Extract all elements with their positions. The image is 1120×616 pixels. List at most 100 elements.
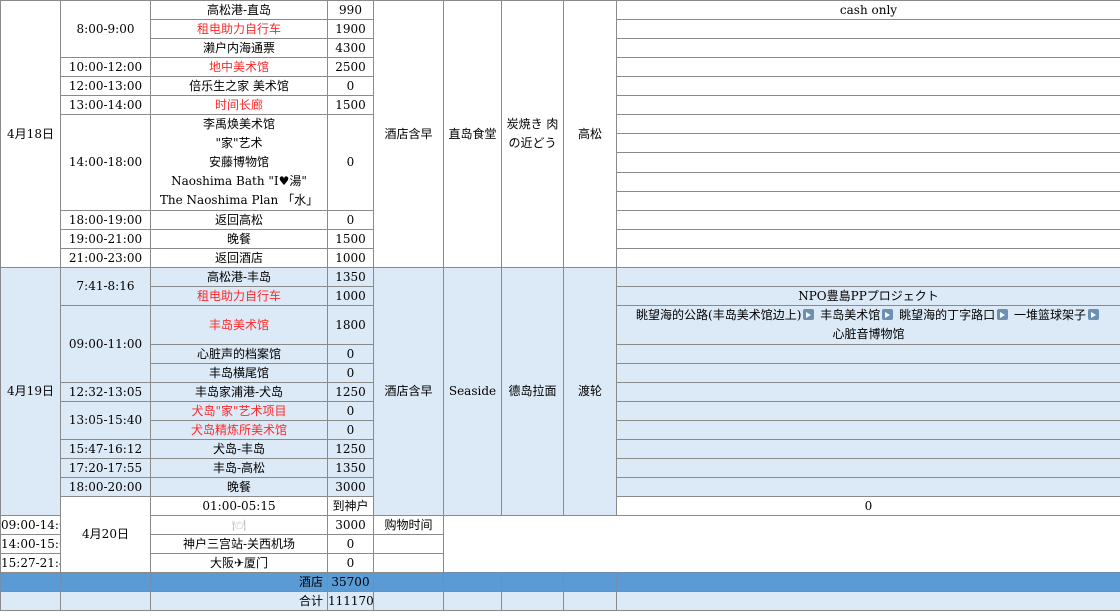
activity-cell[interactable]: 到神户	[327, 496, 374, 516]
lunch-cell[interactable]: Seaside	[443, 267, 502, 516]
time-cell[interactable]: 13:05-15:40	[60, 401, 151, 440]
note-cell[interactable]	[616, 38, 1120, 58]
note-cell[interactable]	[616, 439, 1120, 459]
time-cell[interactable]: 10:00-12:00	[60, 57, 151, 77]
activity-cell[interactable]: 晚餐	[150, 477, 328, 497]
note-cell[interactable]	[373, 553, 444, 573]
cost-cell[interactable]: 990	[327, 0, 374, 20]
activity-cell[interactable]: 李禹焕美术馆 "家"艺术 安藤博物馆 Naoshima Bath "I♥湯" T…	[150, 114, 328, 211]
activity-cell[interactable]: 晚餐	[150, 229, 328, 249]
grand-total-value[interactable]: 111170	[327, 591, 374, 611]
cost-cell[interactable]: 1250	[327, 382, 374, 402]
time-cell[interactable]: 14:00-18:00	[60, 114, 151, 211]
activity-cell[interactable]: 丰岛横尾馆	[150, 363, 328, 383]
cost-cell[interactable]: 1250	[327, 439, 374, 459]
activity-cell[interactable]: 倍乐生之家 美术馆	[150, 76, 328, 96]
time-cell[interactable]: 21:00-23:00	[60, 248, 151, 268]
note-cell[interactable]	[616, 133, 1120, 154]
activity-cell[interactable]: 时间长廊	[150, 95, 328, 115]
cost-cell[interactable]: 0	[327, 534, 374, 554]
note-cell[interactable]: 眺望海的公路(丰岛美术馆边上) 丰岛美术馆 眺望海的丁字路口 一堆篮球架子 心脏…	[616, 305, 1120, 345]
note-cell[interactable]	[616, 57, 1120, 77]
note-cell[interactable]	[616, 19, 1120, 39]
cost-cell[interactable]: 1500	[327, 229, 374, 249]
note-cell[interactable]	[616, 95, 1120, 115]
note-cell[interactable]	[616, 267, 1120, 287]
note-cell[interactable]	[616, 248, 1120, 268]
note-cell[interactable]	[616, 210, 1120, 230]
time-cell[interactable]: 01:00-05:15	[150, 496, 328, 516]
cost-cell[interactable]: 3000	[327, 477, 374, 497]
time-cell[interactable]: 8:00-9:00	[60, 0, 151, 58]
note-cell[interactable]	[616, 76, 1120, 96]
note-cell[interactable]	[616, 401, 1120, 421]
note-cell[interactable]	[616, 152, 1120, 173]
dinner-cell[interactable]: 德岛拉面	[501, 267, 564, 516]
cost-cell[interactable]: 0	[327, 114, 374, 211]
note-cell[interactable]	[616, 229, 1120, 249]
time-cell[interactable]: 15:27-21:47	[0, 553, 61, 573]
time-cell[interactable]: 18:00-19:00	[60, 210, 151, 230]
note-cell[interactable]	[616, 420, 1120, 440]
breakfast-cell[interactable]: 酒店含早	[373, 0, 444, 268]
date-cell[interactable]: 4月18日	[0, 0, 61, 268]
time-cell[interactable]: 09:00-11:00	[60, 305, 151, 383]
note-cell[interactable]	[616, 477, 1120, 497]
activity-cell[interactable]: 丰岛美术馆	[150, 305, 328, 345]
note-cell[interactable]: 购物时间	[373, 515, 444, 535]
cost-cell[interactable]: 1000	[327, 248, 374, 268]
note-cell[interactable]: cash only	[616, 0, 1120, 20]
cost-cell[interactable]: 0	[327, 553, 374, 573]
cost-cell[interactable]: 0	[327, 401, 374, 421]
note-cell[interactable]	[616, 363, 1120, 383]
activity-cell[interactable]: 返回酒店	[150, 248, 328, 268]
activity-cell[interactable]: 高松港-丰岛	[150, 267, 328, 287]
note-cell[interactable]	[616, 382, 1120, 402]
cost-cell[interactable]: 1000	[327, 286, 374, 306]
activity-cell[interactable]: 地中美术馆	[150, 57, 328, 77]
note-cell[interactable]	[616, 344, 1120, 364]
lunch-cell[interactable]: 直岛食堂	[443, 0, 502, 268]
cost-cell[interactable]: 0	[327, 76, 374, 96]
cost-cell[interactable]: 1350	[327, 458, 374, 478]
cost-cell[interactable]: 0	[327, 210, 374, 230]
cost-cell[interactable]: 0	[327, 420, 374, 440]
note-cell[interactable]	[616, 190, 1120, 212]
time-cell[interactable]: 12:32-13:05	[60, 382, 151, 402]
note-cell[interactable]	[616, 113, 1120, 135]
note-cell[interactable]	[616, 171, 1120, 192]
date-cell[interactable]: 4月19日	[0, 267, 61, 516]
activity-cell[interactable]: 大阪✈厦门	[150, 553, 328, 573]
hotel-total-value[interactable]: 35700	[327, 572, 374, 592]
time-cell[interactable]: 13:00-14:00	[60, 95, 151, 115]
activity-cell[interactable]: 返回高松	[150, 210, 328, 230]
cost-cell[interactable]: 1800	[327, 305, 374, 345]
cost-cell[interactable]: 1350	[327, 267, 374, 287]
activity-cell[interactable]: 濑户内海通票	[150, 38, 328, 58]
activity-cell[interactable]: 犬岛精炼所美术馆	[150, 420, 328, 440]
time-cell[interactable]: 19:00-21:00	[60, 229, 151, 249]
note-cell[interactable]	[373, 534, 444, 554]
note-cell[interactable]	[616, 458, 1120, 478]
activity-cell[interactable]: 神户三宫站-关西机场	[150, 534, 328, 554]
date-cell[interactable]: 4月20日	[60, 496, 151, 573]
cost-cell[interactable]: 4300	[327, 38, 374, 58]
time-cell[interactable]: 12:00-13:00	[60, 76, 151, 96]
cost-cell[interactable]: 2500	[327, 57, 374, 77]
time-cell[interactable]: 7:41-8:16	[60, 267, 151, 306]
activity-cell[interactable]: 犬岛"家"艺术项目	[150, 401, 328, 421]
meal-icon[interactable]: 🍽	[150, 515, 328, 535]
activity-cell[interactable]: 丰岛-高松	[150, 458, 328, 478]
activity-cell[interactable]: 租电助力自行车	[150, 19, 328, 39]
cost-cell[interactable]: 3000	[327, 515, 374, 535]
time-cell[interactable]: 14:00-15:00	[0, 534, 61, 554]
stay-cell[interactable]: 渡轮	[563, 267, 617, 516]
activity-cell[interactable]: 丰岛家浦港-犬岛	[150, 382, 328, 402]
time-cell[interactable]: 09:00-14:00	[0, 515, 61, 535]
note-cell[interactable]: NPO豊島PPプロジェクト	[616, 286, 1120, 306]
cost-cell[interactable]: 0	[327, 344, 374, 364]
time-cell[interactable]: 15:47-16:12	[60, 439, 151, 459]
cost-cell[interactable]: 1900	[327, 19, 374, 39]
cost-cell[interactable]: 0	[616, 496, 1120, 516]
activity-cell[interactable]: 犬岛-丰岛	[150, 439, 328, 459]
